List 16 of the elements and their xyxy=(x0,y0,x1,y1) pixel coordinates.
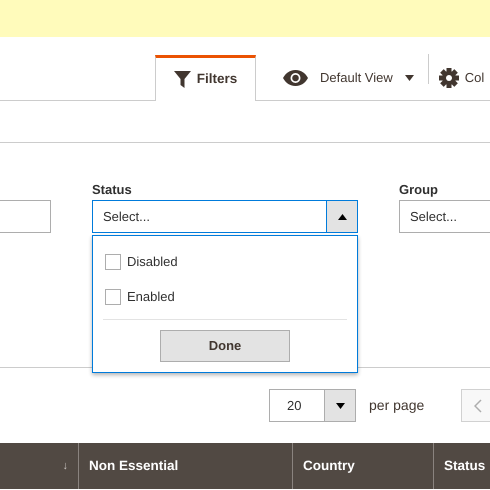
select-field[interactable]: Select... xyxy=(92,200,358,233)
filters-tab[interactable]: Filters xyxy=(155,55,256,101)
column-header[interactable]: Country xyxy=(303,456,355,476)
option-label: Enabled xyxy=(127,288,175,306)
per-page-select[interactable]: 20 xyxy=(269,389,356,422)
view-switcher[interactable]: Default View xyxy=(283,55,414,100)
done-button[interactable]: Done xyxy=(160,330,290,362)
select-field[interactable]: Select... xyxy=(399,200,490,233)
column-header[interactable]: Status xyxy=(444,456,486,476)
option-label: Disabled xyxy=(127,252,178,271)
columns-control[interactable]: Col xyxy=(438,55,484,100)
column-header[interactable]: Non Essential xyxy=(89,456,178,476)
sort-arrow-icon[interactable]: ↓ xyxy=(62,458,68,474)
filter-label: Status xyxy=(92,181,133,199)
per-page-label: per page xyxy=(369,396,424,415)
filter-label: Group xyxy=(399,181,439,199)
